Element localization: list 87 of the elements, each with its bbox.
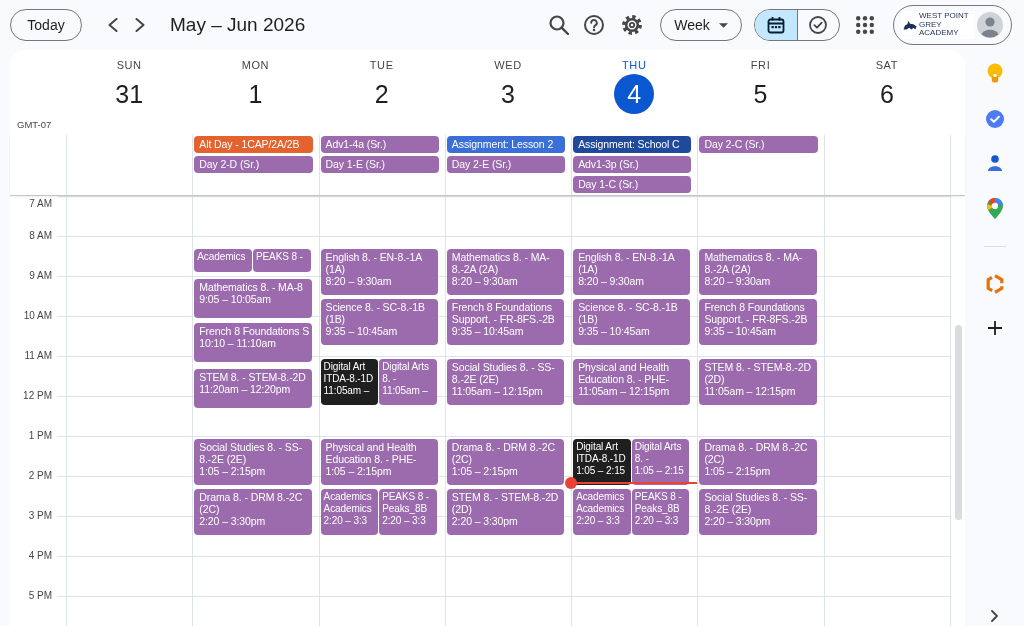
- day-name: WED: [494, 59, 522, 71]
- chevron-right-icon[interactable]: [991, 610, 998, 622]
- calendar-event[interactable]: English 8. - EN-8.-1A (1A) 8:20 – 9:30am: [573, 249, 691, 295]
- hexagon-icon[interactable]: [985, 274, 1004, 294]
- event-chip[interactable]: Adv1-3p (Sr.): [573, 156, 692, 173]
- calendar-view-button[interactable]: [755, 10, 797, 40]
- calendar-event[interactable]: Academics: [194, 249, 252, 272]
- calendar-event[interactable]: STEM 8. - STEM-8.-2D 11:20am – 12:20pm: [194, 369, 312, 409]
- day-number[interactable]: 31: [109, 74, 150, 114]
- event-chip[interactable]: Adv1-4a (Sr.): [320, 136, 439, 153]
- scrollbar-thumb[interactable]: [954, 325, 962, 520]
- calendar-event[interactable]: Science 8. - SC-8.-1B (1B) 9:35 – 10:45am: [320, 299, 438, 345]
- hour-label: 3 PM: [28, 510, 52, 522]
- event-chip[interactable]: Day 1-C (Sr.): [573, 176, 692, 193]
- calendar-event[interactable]: Academics Academics 2:20 – 3:3: [573, 489, 631, 535]
- check-circle-icon: [809, 16, 828, 34]
- day-number[interactable]: 5: [740, 74, 781, 114]
- calendar-event[interactable]: Drama 8. - DRM 8.-2C (2C) 1:05 – 2:15pm: [699, 439, 817, 485]
- apps-grid-icon[interactable]: [856, 16, 874, 34]
- calendar-event[interactable]: Digital Art ITDA-8.-1D 1:05 – 2:15: [573, 439, 631, 485]
- day-name: FRI: [750, 59, 771, 71]
- day-number[interactable]: 2: [361, 74, 402, 114]
- check-circle-icon[interactable]: [985, 110, 1004, 128]
- calendar-event[interactable]: STEM 8. - STEM-8.-2D (2D) 2:20 – 3:30pm: [446, 489, 565, 535]
- day-number[interactable]: 6: [866, 74, 907, 114]
- calendar-event[interactable]: Social Studies 8. - SS-8.-2E (2E) 2:20 – 3:30pm: [699, 489, 817, 535]
- person-icon[interactable]: [987, 155, 1002, 171]
- emblem-icon: [903, 20, 917, 30]
- calendar-event[interactable]: Drama 8. - DRM 8.-2C (2C) 1:05 – 2:15pm: [446, 439, 565, 485]
- day-number[interactable]: 3: [488, 74, 528, 114]
- calendar-event[interactable]: French 8 Foundations Support. - FR-8FS.-2B 9:35 – 10:45am: [446, 299, 565, 345]
- day-name: THU: [622, 59, 647, 71]
- calendar-event[interactable]: Social Studies 8. - SS-8.-2E (2E) 1:05 – 2:15pm: [194, 439, 312, 485]
- map-pin-icon[interactable]: [986, 198, 1003, 219]
- calendar-event[interactable]: Digital Arts 8. - 11:05am –: [379, 359, 437, 405]
- day-name: SUN: [116, 59, 142, 71]
- calendar-event[interactable]: Social Studies 8. - SS-8.-2E (2E) 11:05am – 12:15pm: [446, 359, 565, 405]
- calendar-event[interactable]: Physical and Health Education 8. - PHE- 1:05 – 2:15pm: [320, 439, 438, 485]
- chevron-right-icon[interactable]: [135, 18, 145, 32]
- event-chip[interactable]: Assignment: School C: [573, 136, 692, 153]
- event-chip[interactable]: Day 2-E (Sr.): [446, 156, 566, 173]
- calendar-event[interactable]: Drama 8. - DRM 8.-2C (2C) 2:20 – 3:30pm: [194, 489, 312, 535]
- day-number[interactable]: 1: [235, 74, 276, 114]
- hour-label: 10 AM: [23, 310, 52, 322]
- event-chip[interactable]: Day 2-D (Sr.): [194, 156, 313, 173]
- caret-icon: [718, 22, 728, 28]
- calendar-event[interactable]: PEAKS 8 - Peaks_8B 2:20 – 3:3: [379, 489, 437, 535]
- avatar: [977, 12, 1003, 38]
- day-name: SAT: [875, 59, 898, 71]
- calendar-event[interactable]: Digital Art ITDA-8.-1D 11:05am –: [320, 359, 379, 405]
- calendar-event[interactable]: Mathematics 8. - MA-8.-2A (2A) 8:20 – 9:30am: [446, 249, 565, 295]
- calendar-event[interactable]: English 8. - EN-8.-1A (1A) 8:20 – 9:30am: [320, 249, 438, 295]
- search-icon[interactable]: [549, 15, 569, 35]
- hour-label: 1 PM: [28, 430, 52, 442]
- event-chip[interactable]: Alt Day - 1CAP/2A/2B: [194, 136, 313, 153]
- calendar-event[interactable]: Physical and Health Education 8. - PHE- 11:05am – 12:15pm: [573, 359, 691, 405]
- event-chip[interactable]: Day 2-C (Sr.): [699, 136, 818, 153]
- calendar-event[interactable]: Academics Academics 2:20 – 3:3: [320, 489, 379, 535]
- chevron-left-icon[interactable]: [108, 18, 118, 32]
- hour-label: 12 PM: [23, 390, 52, 402]
- hour-label: 11 AM: [24, 350, 52, 362]
- event-chip[interactable]: Day 1-E (Sr.): [320, 156, 439, 173]
- calendar-event[interactable]: Science 8. - SC-8.-1B (1B) 9:35 – 10:45am: [573, 299, 691, 345]
- day-number[interactable]: 4: [614, 74, 655, 114]
- calendar-event[interactable]: Mathematics 8. - MA-8 9:05 – 10:05am: [194, 279, 312, 319]
- day-name: MON: [241, 59, 270, 71]
- calendar-event[interactable]: PEAKS 8 -: [252, 249, 311, 272]
- event-chip[interactable]: Assignment: Lesson 2: [446, 136, 566, 153]
- calendar-event[interactable]: French 8 Foundations S 10:10 – 11:10am: [194, 322, 312, 362]
- date-range-title: May – Jun 2026: [170, 12, 306, 37]
- hour-label: 4 PM: [28, 550, 52, 562]
- hour-label: 2 PM: [28, 470, 52, 482]
- hour-label: 8 AM: [29, 230, 52, 242]
- calendar-icon: [766, 16, 785, 34]
- calendar-event[interactable]: Mathematics 8. - MA-8.-2A (2A) 8:20 – 9:30am: [699, 249, 817, 295]
- help-icon[interactable]: [584, 15, 604, 35]
- hour-label: 9 AM: [29, 270, 52, 282]
- timezone-label: GMT-07: [17, 117, 52, 132]
- calendar-event[interactable]: French 8 Foundations Support. - FR-8FS.-2B 9:35 – 10:45am: [699, 299, 817, 345]
- day-name: TUE: [369, 59, 394, 71]
- calendar-event[interactable]: STEM 8. - STEM-8.-2D (2D) 11:05am – 12:15pm: [699, 359, 817, 405]
- plus-icon[interactable]: [987, 321, 1002, 335]
- calendar-event[interactable]: PEAKS 8 - Peaks_8B 2:20 – 3:3: [631, 489, 690, 535]
- calendar-event[interactable]: Digital Arts 8. - 1:05 – 2:15: [631, 439, 690, 485]
- hour-label: 7 AM: [29, 198, 52, 210]
- hour-label: 5 PM: [28, 590, 52, 602]
- settings-icon[interactable]: [622, 15, 642, 35]
